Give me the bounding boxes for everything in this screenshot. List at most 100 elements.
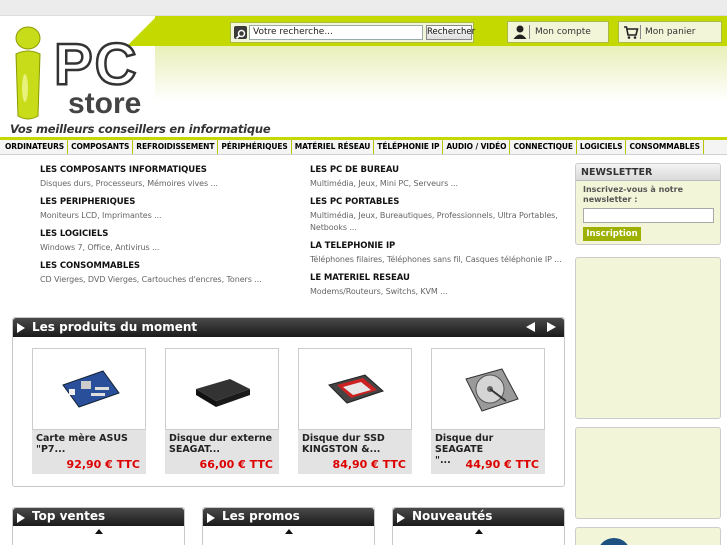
category-title[interactable]: LES PC DE BUREAU xyxy=(310,165,458,175)
product-price: 44,90 € TTC xyxy=(465,458,539,471)
category-title[interactable]: LES PC PORTABLES xyxy=(310,197,558,207)
nav-item-logiciels[interactable]: LOGICIELS xyxy=(577,140,627,154)
tagline: Vos meilleurs conseillers en informatiqu… xyxy=(10,122,271,136)
category-telephonie: LA TELEPHONIE IP Téléphones filaires, Té… xyxy=(310,241,562,266)
category-links[interactable]: Moniteurs LCD, Imprimantes ... xyxy=(40,210,162,222)
category-links[interactable]: Netbooks ... xyxy=(310,222,558,234)
carousel-prev-icon[interactable] xyxy=(526,322,535,332)
product-card[interactable]: Disque dur SSD KINGSTON &... 84,90 € TTC xyxy=(298,348,412,474)
category-links[interactable]: Téléphones filaires, Téléphones sans fil… xyxy=(310,254,562,266)
nav-item-audio-video[interactable]: AUDIO / VIDÉO xyxy=(443,140,511,154)
arrow-right-icon xyxy=(17,513,25,523)
category-logiciels: LES LOGICIELS Windows 7, Office, Antivir… xyxy=(40,229,159,254)
top-ventes-box: Top ventes xyxy=(12,507,185,545)
category-links[interactable]: Multimédia, Jeux, Mini PC, Serveurs ... xyxy=(310,178,458,190)
category-pc-bureau: LES PC DE BUREAU Multimédia, Jeux, Mini … xyxy=(310,165,458,190)
scroll-up-icon[interactable] xyxy=(95,529,103,534)
category-links[interactable]: Modems/Routeurs, Switchs, KVM ... xyxy=(310,286,448,298)
product-image[interactable] xyxy=(165,348,279,430)
product-price: 66,00 € TTC xyxy=(199,458,273,471)
box-header: Nouveautés xyxy=(393,508,564,526)
category-title[interactable]: LE MATERIEL RESEAU xyxy=(310,273,448,283)
box-title: Nouveautés xyxy=(412,509,493,523)
category-links[interactable]: Disques durs, Processeurs, Mémoires vive… xyxy=(40,178,218,190)
newsletter-email-input[interactable] xyxy=(583,208,714,223)
product-image[interactable] xyxy=(431,348,545,430)
product-card[interactable]: Disque dur SEAGATE "... 44,90 € TTC xyxy=(431,348,545,474)
external-drive-icon xyxy=(196,379,250,407)
cart-icon xyxy=(624,26,639,39)
carousel-next-icon[interactable] xyxy=(547,322,556,332)
box-title: Top ventes xyxy=(32,509,106,523)
featured-products-panel: Les produits du moment Carte mère ASUS "P… xyxy=(12,317,565,487)
box-header: Top ventes xyxy=(13,508,184,526)
category-title[interactable]: LES COMPOSANTS INFORMATIQUES xyxy=(40,165,218,175)
pc-store-logo[interactable]: PC store xyxy=(8,18,228,136)
cart-label: Mon panier xyxy=(645,27,696,37)
promos-box: Les promos xyxy=(202,507,375,545)
category-pc-portables: LES PC PORTABLES Multimédia, Jeux, Burea… xyxy=(310,197,558,234)
product-image[interactable] xyxy=(298,348,412,430)
category-title[interactable]: LES LOGICIELS xyxy=(40,229,159,239)
scroll-up-icon[interactable] xyxy=(285,529,293,534)
search-input[interactable]: Votre recherche... xyxy=(249,25,423,40)
product-price: 84,90 € TTC xyxy=(332,458,406,471)
category-composants: LES COMPOSANTS INFORMATIQUES Disques dur… xyxy=(40,165,218,190)
newsletter-box: NEWSLETTER Inscrivez-vous à notre newsle… xyxy=(575,163,721,245)
product-info: Disque dur SSD KINGSTON &... 84,90 € TTC xyxy=(298,430,412,474)
account-label: Mon compte xyxy=(535,27,591,37)
hard-drive-icon xyxy=(465,368,519,412)
product-image[interactable] xyxy=(32,348,146,430)
product-name[interactable]: Disque dur externe SEAGAT... xyxy=(169,433,277,455)
motherboard-icon xyxy=(62,370,120,408)
product-price: 92,90 € TTC xyxy=(66,458,140,471)
newsletter-subscribe-button[interactable]: Inscription xyxy=(583,227,641,241)
sidebar-banner[interactable] xyxy=(575,427,721,519)
search-button[interactable]: Rechercher xyxy=(426,25,475,40)
sidebar-banner[interactable] xyxy=(575,257,721,419)
category-links[interactable]: CD Vierges, DVD Vierges, Cartouches d'en… xyxy=(40,274,262,286)
panel-title: Les produits du moment xyxy=(32,320,198,334)
newsletter-text: Inscrivez-vous à notre newsletter : xyxy=(583,185,684,204)
nav-item-materiel-reseau[interactable]: MATÉRIEL RÉSEAU xyxy=(292,140,375,154)
arrow-right-icon xyxy=(17,323,25,333)
nav-item-consommables[interactable]: CONSOMMABLES xyxy=(626,140,704,154)
nav-item-composants[interactable]: COMPOSANTS xyxy=(68,140,134,154)
nav-item-peripheriques[interactable]: PÉRIPHÉRIQUES xyxy=(218,140,292,154)
scroll-up-icon[interactable] xyxy=(475,529,483,534)
separator xyxy=(640,25,641,39)
arrow-right-icon xyxy=(397,513,405,523)
category-title[interactable]: LA TELEPHONIE IP xyxy=(310,241,562,251)
product-info: Disque dur externe SEAGAT... 66,00 € TTC xyxy=(165,430,279,474)
product-name[interactable]: Carte mère ASUS "P7... xyxy=(36,433,144,455)
product-card[interactable]: Carte mère ASUS "P7... 92,90 € TTC xyxy=(32,348,146,474)
panel-header: Les produits du moment xyxy=(13,318,564,337)
box-header: Les promos xyxy=(203,508,374,526)
account-button[interactable]: Mon compte xyxy=(507,21,609,43)
nav-item-ordinateurs[interactable]: ORDINATEURS xyxy=(2,140,69,154)
category-reseau: LE MATERIEL RESEAU Modems/Routeurs, Swit… xyxy=(310,273,448,298)
nav-item-telephonie-ip[interactable]: TÉLÉPHONIE IP xyxy=(374,140,444,154)
category-links[interactable]: Windows 7, Office, Antivirus ... xyxy=(40,242,159,254)
nav-item-refroidissement[interactable]: REFROIDISSEMENT xyxy=(133,140,219,154)
nouveautes-box: Nouveautés xyxy=(392,507,565,545)
ssd-icon xyxy=(328,374,384,404)
newsletter-header: NEWSLETTER xyxy=(576,164,720,181)
category-peripheriques: LES PERIPHERIQUES Moniteurs LCD, Imprima… xyxy=(40,197,162,222)
search-icon xyxy=(234,26,247,40)
top-band xyxy=(0,0,727,16)
cart-button[interactable]: Mon panier xyxy=(618,21,722,43)
category-links[interactable]: Multimédia, Jeux, Bureautiques, Professi… xyxy=(310,210,558,222)
category-title[interactable]: LES CONSOMMABLES xyxy=(40,261,262,271)
separator xyxy=(529,25,530,39)
nav-item-connectique[interactable]: CONNECTIQUE xyxy=(510,140,577,154)
product-card[interactable]: Disque dur externe SEAGAT... 66,00 € TTC xyxy=(165,348,279,474)
search-box: Votre recherche... Rechercher xyxy=(230,22,475,43)
sidebar-banner[interactable] xyxy=(575,527,721,545)
user-icon xyxy=(513,25,527,39)
arrow-right-icon xyxy=(207,513,215,523)
product-name[interactable]: Disque dur SSD KINGSTON &... xyxy=(302,433,410,455)
product-info: Disque dur SEAGATE "... 44,90 € TTC xyxy=(431,430,545,474)
newsletter-title: NEWSLETTER xyxy=(581,167,653,178)
category-title[interactable]: LES PERIPHERIQUES xyxy=(40,197,161,207)
